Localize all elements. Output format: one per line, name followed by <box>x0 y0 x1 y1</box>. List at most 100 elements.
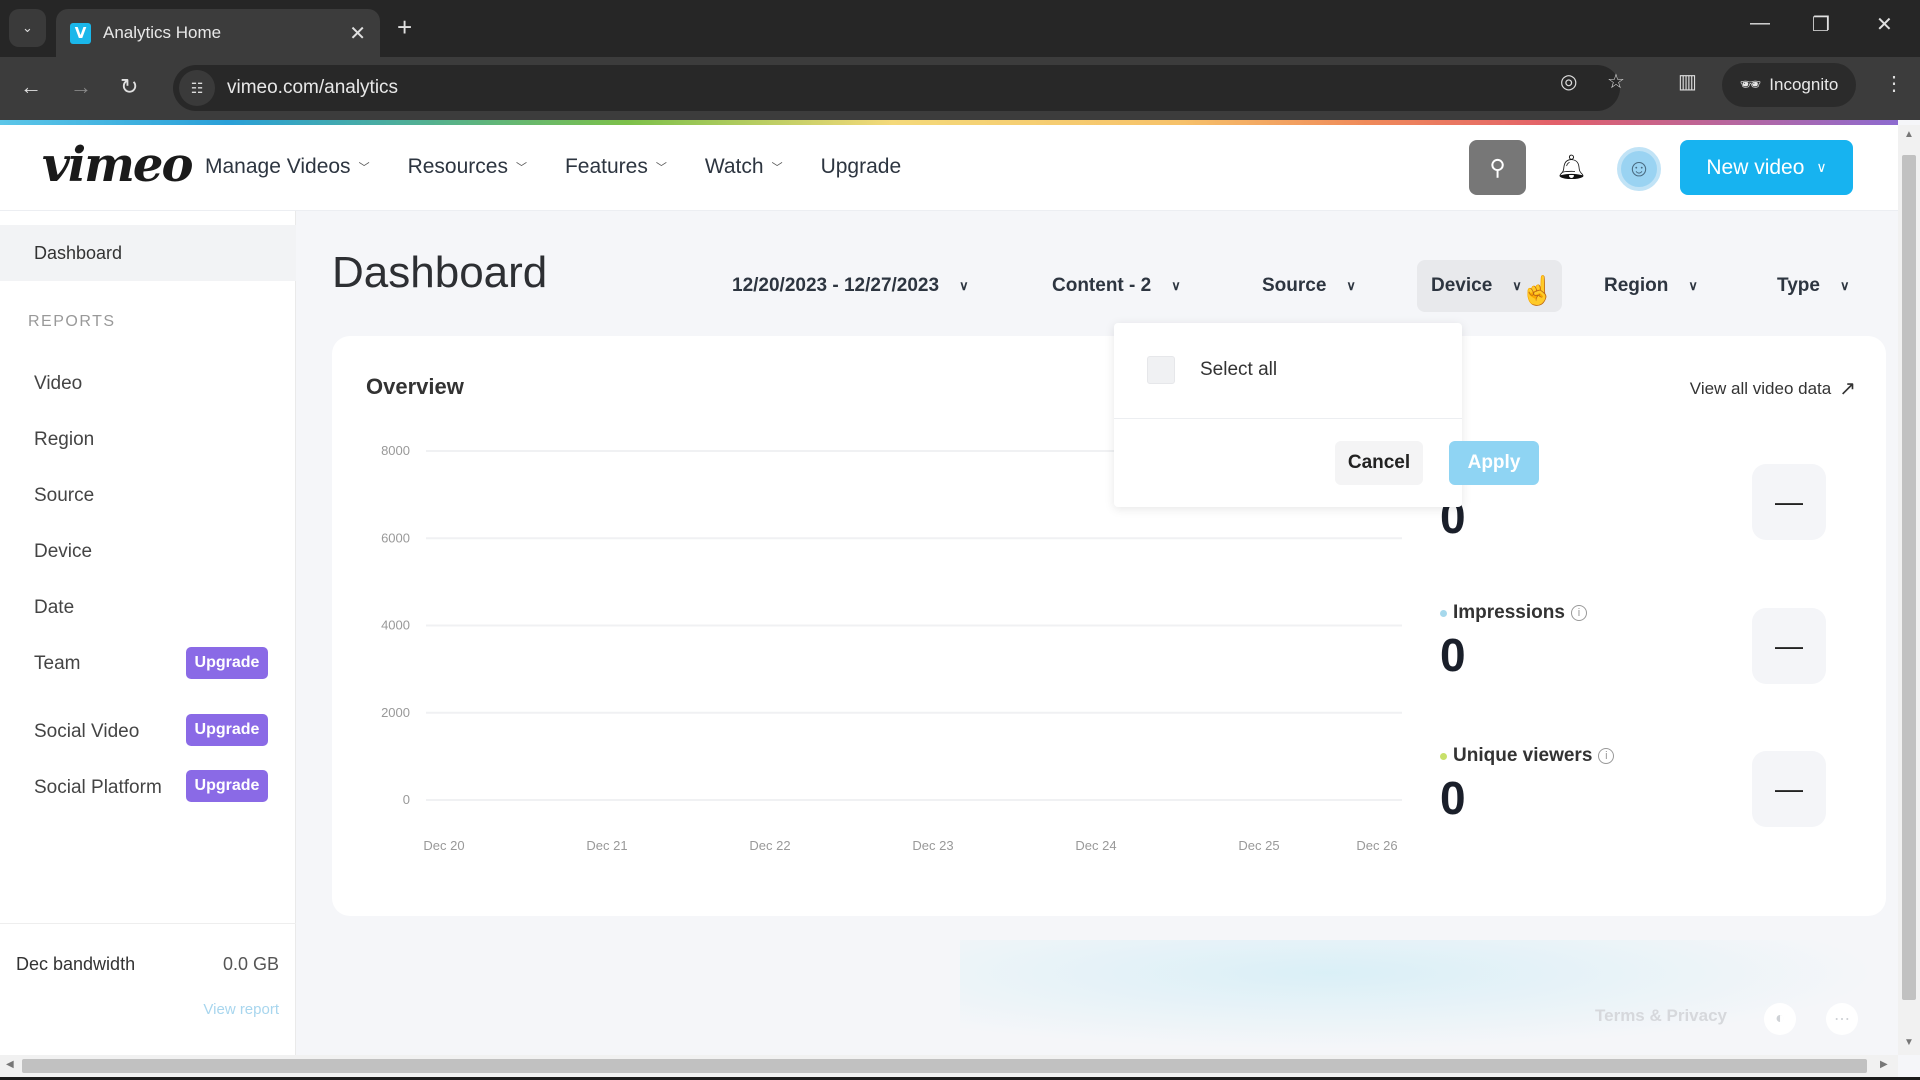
nav-label: Manage Videos <box>205 155 351 178</box>
chevron-down-icon: ﹀ <box>771 162 783 174</box>
nav-resources[interactable]: Resources ﹀ <box>408 155 527 179</box>
upgrade-badge[interactable]: Upgrade <box>186 647 268 679</box>
site-header: vimeo Manage Videos ﹀ Resources ﹀ Features… <box>0 125 1898 211</box>
bandwidth-label: Dec bandwidth <box>16 954 136 974</box>
region-filter[interactable]: Region ∨ <box>1590 260 1712 312</box>
nav-manage-videos[interactable]: Manage Videos ﹀ <box>205 155 370 179</box>
kebab-icon[interactable]: ⋮ <box>1884 71 1904 96</box>
bell-icon[interactable]: 🔔︎ <box>1556 153 1586 182</box>
close-icon[interactable]: ✕ <box>349 21 366 46</box>
metric-toggle-button[interactable]: — <box>1752 608 1826 684</box>
restore-icon[interactable]: ❐ <box>1812 12 1830 37</box>
sidebar-item-social-video[interactable]: Social Video <box>34 721 139 743</box>
nav-label: Upgrade <box>820 155 902 178</box>
info-icon[interactable]: i <box>1598 748 1615 764</box>
nav-upgrade[interactable]: Upgrade <box>821 155 902 179</box>
side-panel-icon[interactable]: ▥ <box>1678 69 1697 94</box>
sidebar-item-dashboard[interactable]: Dashboard <box>0 225 296 281</box>
window-close-icon[interactable]: ✕ <box>1876 12 1893 37</box>
sidebar-item-date[interactable]: Date <box>34 597 74 619</box>
avatar[interactable]: ☺ <box>1617 147 1661 191</box>
main-nav: Manage Videos ﹀ Resources ﹀ Features ﹀ Watc… <box>205 155 901 179</box>
view-all-label: View all video data <box>1689 378 1832 398</box>
metric-toggle-button[interactable]: — <box>1752 751 1826 827</box>
metric-toggle-button[interactable]: — <box>1752 464 1826 540</box>
browser-tab[interactable]: V Analytics Home ✕ <box>56 9 380 57</box>
scrollbar-thumb[interactable] <box>1902 155 1916 1000</box>
chevron-down-icon: ∨ <box>1688 278 1698 293</box>
nav-watch[interactable]: Watch ﹀ <box>705 155 783 179</box>
external-link-icon: ↗ <box>1839 378 1856 400</box>
metric-value: 0 <box>1440 772 1466 824</box>
eye-off-icon[interactable]: ◎ <box>1560 69 1577 94</box>
chevron-down-icon: ∨ <box>1839 278 1850 293</box>
smiley-icon: ☺ <box>1626 155 1652 182</box>
sidebar-item-social-platform[interactable]: Social Platform <box>34 777 162 799</box>
star-icon[interactable]: ☆ <box>1607 69 1625 94</box>
address-bar[interactable]: ☷ vimeo.com/analytics <box>173 65 1620 111</box>
sidebar-item-region[interactable]: Region <box>34 429 94 451</box>
vertical-scrollbar[interactable]: ▲ ▼ <box>1898 125 1920 1055</box>
source-filter[interactable]: Source ∨ <box>1248 260 1370 312</box>
y-tick-label: 6000 <box>381 530 410 545</box>
scroll-up-icon[interactable]: ▲ <box>1904 129 1914 140</box>
x-tick-label: Dec 24 <box>1075 838 1116 853</box>
vimeo-logo[interactable]: vimeo <box>42 137 193 193</box>
cancel-button[interactable]: Cancel <box>1335 441 1423 485</box>
nav-features[interactable]: Features ﹀ <box>565 155 667 179</box>
type-filter[interactable]: Type ∨ <box>1763 260 1863 312</box>
content-filter[interactable]: Content - 2 ∨ <box>1038 260 1195 312</box>
apply-button[interactable]: Apply <box>1449 441 1539 485</box>
incognito-icon: 🕶 <box>1739 75 1762 94</box>
sidebar-item-team[interactable]: Team <box>34 653 80 675</box>
date-range-filter[interactable]: 12/20/2023 - 12/27/2023 ∨ <box>718 260 983 312</box>
sidebar: Dashboard REPORTS Video Region Source De… <box>0 211 296 1055</box>
scroll-right-icon[interactable]: ▶ <box>1880 1059 1888 1070</box>
nav-label: Watch <box>704 155 764 178</box>
select-all-label[interactable]: Select all <box>1200 359 1277 381</box>
search-icon: ⚲ <box>1489 154 1506 180</box>
arrow-right-icon[interactable]: → <box>70 74 92 100</box>
upgrade-badge[interactable]: Upgrade <box>186 770 268 802</box>
filter-label: Region <box>1604 275 1669 296</box>
scroll-left-icon[interactable]: ◀ <box>6 1059 14 1070</box>
tune-icon[interactable]: ☷ <box>179 70 215 106</box>
sidebar-item-video[interactable]: Video <box>34 373 82 395</box>
terms-privacy-link[interactable]: Terms & Privacy <box>1595 1006 1727 1026</box>
metric-value: 0 <box>1440 629 1466 681</box>
search-button[interactable]: ⚲ <box>1469 140 1526 195</box>
chevron-down-icon: ⌄ <box>22 20 33 35</box>
view-report-link[interactable]: View report <box>203 1001 279 1018</box>
select-all-checkbox[interactable] <box>1147 356 1175 384</box>
new-video-label: New video <box>1706 155 1805 179</box>
arrow-left-icon[interactable]: ← <box>20 74 42 100</box>
minimize-icon[interactable]: — <box>1750 12 1770 35</box>
tab-list-button[interactable]: ⌄ <box>9 9 46 47</box>
y-tick-label: 2000 <box>381 705 410 720</box>
metric-label: Unique viewers <box>1453 745 1593 766</box>
reload-icon[interactable]: ↻ <box>120 74 138 100</box>
plus-icon[interactable]: + <box>397 12 412 43</box>
x-tick-label: Dec 21 <box>586 838 627 853</box>
nav-label: Resources <box>407 155 508 178</box>
scroll-down-icon[interactable]: ▼ <box>1904 1037 1914 1048</box>
compass-icon[interactable]: ◐ <box>1764 1003 1796 1035</box>
incognito-indicator[interactable]: 🕶 Incognito <box>1722 63 1856 107</box>
series-color-dot <box>1440 752 1447 760</box>
scrollbar-thumb[interactable] <box>22 1059 1867 1073</box>
chevron-down-icon: ∨ <box>959 278 969 293</box>
sidebar-item-source[interactable]: Source <box>34 485 94 507</box>
info-icon[interactable]: i <box>1570 605 1587 621</box>
overview-title: Overview <box>366 374 464 399</box>
y-tick-label: 0 <box>403 792 410 807</box>
view-all-video-data-link[interactable]: View all video data ↗ <box>1690 376 1856 401</box>
horizontal-scrollbar[interactable]: ◀ ▶ <box>0 1055 1898 1077</box>
more-icon[interactable]: ⋯ <box>1826 1003 1858 1035</box>
new-video-button[interactable]: New video ∨ <box>1680 140 1853 195</box>
upgrade-badge[interactable]: Upgrade <box>186 714 268 746</box>
sidebar-item-device[interactable]: Device <box>34 541 92 563</box>
chevron-down-icon: ∨ <box>1816 159 1827 175</box>
vimeo-favicon-icon: V <box>70 22 91 44</box>
filter-label: Device <box>1431 275 1493 296</box>
url-text[interactable]: vimeo.com/analytics <box>227 77 398 99</box>
